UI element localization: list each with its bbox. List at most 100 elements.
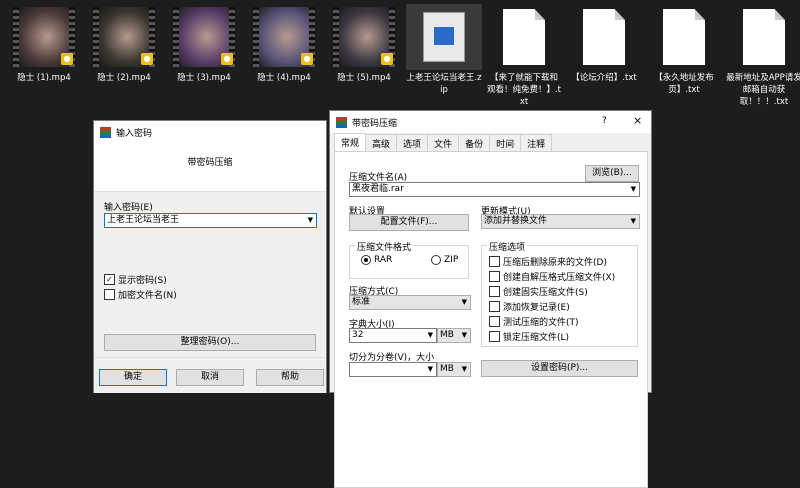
show-password-checkbox[interactable]: ✓ 显示密码(S) <box>104 273 167 286</box>
file-name: 【论坛介绍】.txt <box>571 73 637 83</box>
checkbox-box <box>489 301 500 312</box>
split-size-select[interactable]: ▼ <box>349 362 437 377</box>
password-dialog-header: 带密码压缩 <box>94 143 326 192</box>
file-thumbnail: ● <box>86 4 162 70</box>
password-dialog: 输入密码 带密码压缩 输入密码(E) 上老王论坛当老王 ▼ ✓ 显示密码(S) … <box>93 120 327 393</box>
dict-unit-select[interactable]: MB ▼ <box>437 328 471 343</box>
dict-size-value: 32 <box>352 330 364 340</box>
file-thumbnail: ● <box>246 4 322 70</box>
method-value: 标准 <box>352 297 371 307</box>
desktop-file[interactable]: 【来了就能下载和观看！纯免费！】.txt <box>486 4 562 108</box>
file-name: 隐士 (5).mp4 <box>337 73 391 83</box>
text-document-icon <box>663 9 705 65</box>
compression-option-label: 添加恢复记录(E) <box>503 303 570 313</box>
chevron-down-icon[interactable]: ▼ <box>462 296 467 309</box>
password-dialog-titlebar[interactable]: 输入密码 <box>94 121 326 143</box>
checkmark-icon: ✓ <box>104 274 115 285</box>
text-document-icon <box>743 9 785 65</box>
chevron-down-icon[interactable]: ▼ <box>428 363 433 376</box>
compression-option-checkbox[interactable]: 测试压缩的文件(T) <box>489 315 579 328</box>
desktop-file[interactable]: 【永久地址发布页】.txt <box>646 4 722 96</box>
winrar-icon <box>336 116 347 128</box>
compression-option-checkbox[interactable]: 锁定压缩文件(L) <box>489 330 569 343</box>
file-name: 上老王论坛当老王.zip <box>406 73 482 95</box>
file-thumbnail: ● <box>326 4 402 70</box>
format-rar-label: RAR <box>374 255 393 265</box>
winrar-icon <box>100 126 111 138</box>
format-zip-label: ZIP <box>444 255 459 265</box>
archive-dialog-titlebar[interactable]: 带密码压缩 ? × <box>330 111 651 133</box>
checkbox-box <box>489 271 500 282</box>
show-password-label: 显示密码(S) <box>118 276 167 286</box>
chevron-down-icon[interactable]: ▼ <box>462 329 467 342</box>
tab-comment[interactable]: 注释 <box>520 134 553 151</box>
checkbox-box <box>104 289 115 300</box>
organize-passwords-button[interactable]: 整理密码(O)... <box>104 334 316 351</box>
method-select[interactable]: 标准 ▼ <box>349 295 471 310</box>
tab-files[interactable]: 文件 <box>427 134 460 151</box>
chevron-down-icon[interactable]: ▼ <box>308 214 313 227</box>
browse-button[interactable]: 浏览(B)... <box>585 165 639 182</box>
format-rar-radio[interactable]: RAR <box>361 255 392 265</box>
checkbox-box <box>489 286 500 297</box>
compression-option-label: 锁定压缩文件(L) <box>503 333 570 343</box>
password-label: 输入密码(E) <box>104 203 153 213</box>
help-icon[interactable]: ? <box>602 116 607 126</box>
checkbox-box <box>489 256 500 267</box>
chevron-down-icon[interactable]: ▼ <box>462 363 467 376</box>
password-input[interactable]: 上老王论坛当老王 ▼ <box>104 213 317 228</box>
desktop-file[interactable]: 最新地址及APP请发邮箱自动获取！！！.txt <box>726 4 800 108</box>
format-zip-radio[interactable]: ZIP <box>431 255 458 265</box>
profiles-button[interactable]: 配置文件(F)... <box>349 214 469 231</box>
file-name: 隐士 (1).mp4 <box>17 73 71 83</box>
desktop-file[interactable]: ● 隐士 (1).mp4 <box>6 4 82 84</box>
tab-time[interactable]: 时间 <box>489 134 522 151</box>
help-button[interactable]: 帮助 <box>256 369 324 386</box>
archive-name-input[interactable]: 黑夜君临.rar ▼ <box>349 182 640 197</box>
ok-button[interactable]: 确定 <box>99 369 167 386</box>
text-document-icon <box>503 9 545 65</box>
file-name: 隐士 (3).mp4 <box>177 73 231 83</box>
chevron-down-icon[interactable]: ▼ <box>428 329 433 342</box>
checkbox-box <box>489 316 500 327</box>
desktop-file[interactable]: ● 隐士 (3).mp4 <box>166 4 242 84</box>
compression-option-label: 创建自解压格式压缩文件(X) <box>503 273 616 283</box>
update-mode-select[interactable]: 添加并替换文件 ▼ <box>481 214 640 229</box>
set-password-button[interactable]: 设置密码(P)... <box>481 360 638 377</box>
zip-archive-icon <box>423 12 465 62</box>
tab-options[interactable]: 选项 <box>396 134 429 151</box>
close-icon[interactable]: × <box>633 114 642 127</box>
file-thumbnail: ● <box>166 4 242 70</box>
options-label: 压缩选项 <box>487 240 528 253</box>
compression-option-checkbox[interactable]: 创建固实压缩文件(S) <box>489 285 588 298</box>
tab-general[interactable]: 常规 <box>334 133 367 152</box>
video-thumbnail-icon: ● <box>333 7 395 67</box>
compression-option-checkbox[interactable]: 压缩后删除原来的文件(D) <box>489 255 607 268</box>
dict-unit-value: MB <box>440 330 454 340</box>
radio-selected-icon <box>361 255 371 265</box>
split-unit-select[interactable]: MB ▼ <box>437 362 471 377</box>
file-thumbnail <box>726 4 800 70</box>
compression-option-label: 压缩后删除原来的文件(D) <box>503 258 607 268</box>
password-value: 上老王论坛当老王 <box>107 215 180 225</box>
desktop-file[interactable]: 【论坛介绍】.txt <box>566 4 642 84</box>
file-thumbnail <box>566 4 642 70</box>
general-panel: 压缩文件名(A) 浏览(B)... 黑夜君临.rar ▼ 默认设置 配置文件(F… <box>334 151 648 488</box>
chevron-down-icon[interactable]: ▼ <box>631 215 636 228</box>
desktop-file[interactable]: 上老王论坛当老王.zip <box>406 4 482 96</box>
tab-advanced[interactable]: 高级 <box>365 134 398 151</box>
cancel-button[interactable]: 取消 <box>176 369 244 386</box>
compression-option-checkbox[interactable]: 添加恢复记录(E) <box>489 300 570 313</box>
file-name: 隐士 (2).mp4 <box>97 73 151 83</box>
compression-option-checkbox[interactable]: 创建自解压格式压缩文件(X) <box>489 270 615 283</box>
compression-option-label: 创建固实压缩文件(S) <box>503 288 588 298</box>
desktop-file[interactable]: ● 隐士 (2).mp4 <box>86 4 162 84</box>
encrypt-filenames-checkbox[interactable]: 加密文件名(N) <box>104 288 177 301</box>
desktop-file[interactable]: ● 隐士 (5).mp4 <box>326 4 402 84</box>
desktop-file[interactable]: ● 隐士 (4).mp4 <box>246 4 322 84</box>
format-label: 压缩文件格式 <box>355 240 414 253</box>
chevron-down-icon[interactable]: ▼ <box>631 183 636 196</box>
dict-size-select[interactable]: 32 ▼ <box>349 328 437 343</box>
split-unit-value: MB <box>440 364 454 374</box>
tab-backup[interactable]: 备份 <box>458 134 491 151</box>
